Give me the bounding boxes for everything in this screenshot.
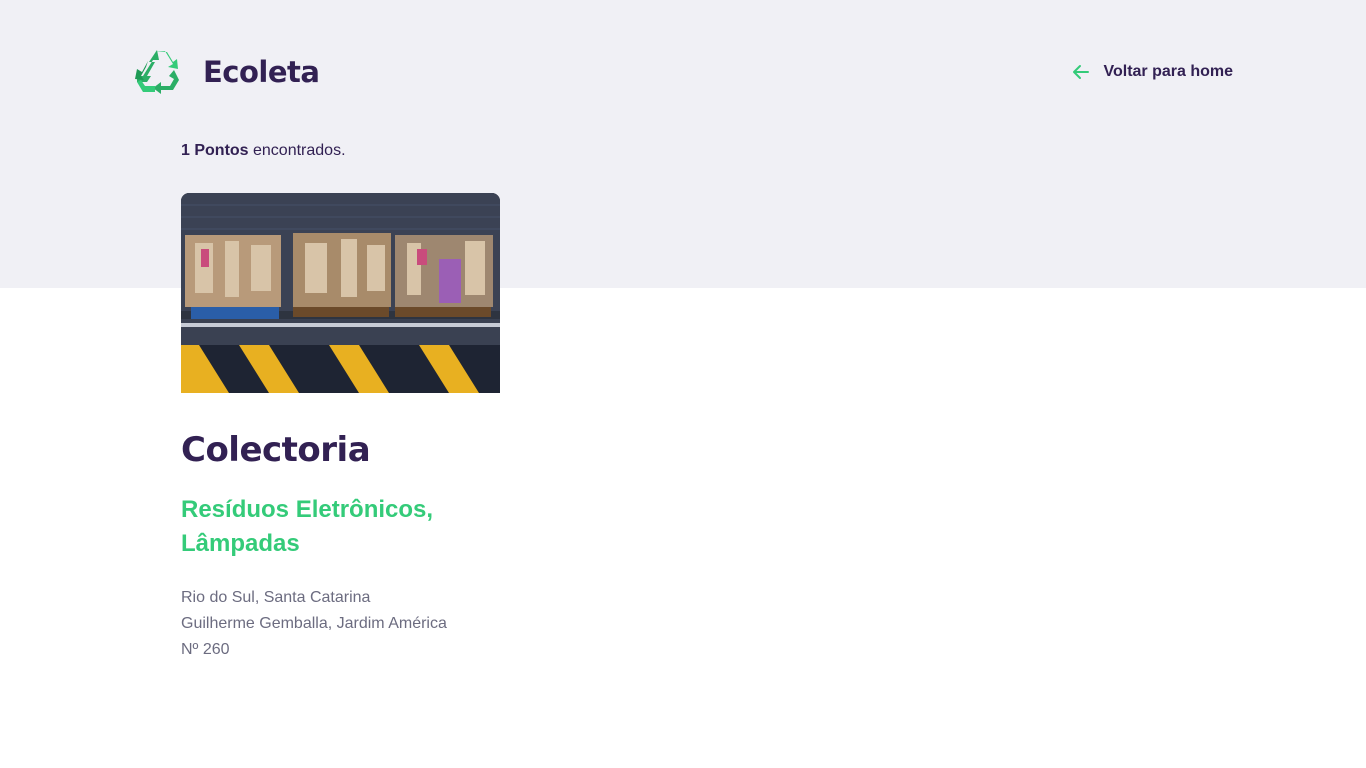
back-link-label: Voltar para home	[1103, 63, 1233, 80]
brand: Ecoleta	[133, 48, 320, 96]
results-suffix: encontrados.	[248, 142, 346, 159]
page-header: Ecoleta Voltar para home	[133, 48, 1233, 96]
brand-name: Ecoleta	[203, 55, 320, 89]
arrow-left-icon	[1073, 65, 1090, 79]
address-city-state: Rio do Sul, Santa Catarina	[181, 589, 371, 606]
recycle-icon	[135, 50, 179, 94]
collection-point-card[interactable]: Colectoria Resíduos Eletrônicos, Lâmpada…	[181, 193, 501, 663]
address-street: Guilherme Gemballa, Jardim América	[181, 615, 447, 632]
point-items: Resíduos Eletrônicos, Lâmpadas	[181, 496, 434, 557]
results-count: 1 Pontos	[181, 142, 249, 159]
back-to-home-link[interactable]: Voltar para home	[1071, 62, 1233, 82]
point-address: Rio do Sul, Santa Catarina Guilherme Gem…	[181, 585, 501, 663]
address-number: Nº 260	[181, 641, 230, 658]
point-photo	[181, 193, 500, 393]
point-name: Colectoria	[181, 430, 371, 470]
results-count-text: 1 Pontos encontrados.	[181, 142, 346, 160]
